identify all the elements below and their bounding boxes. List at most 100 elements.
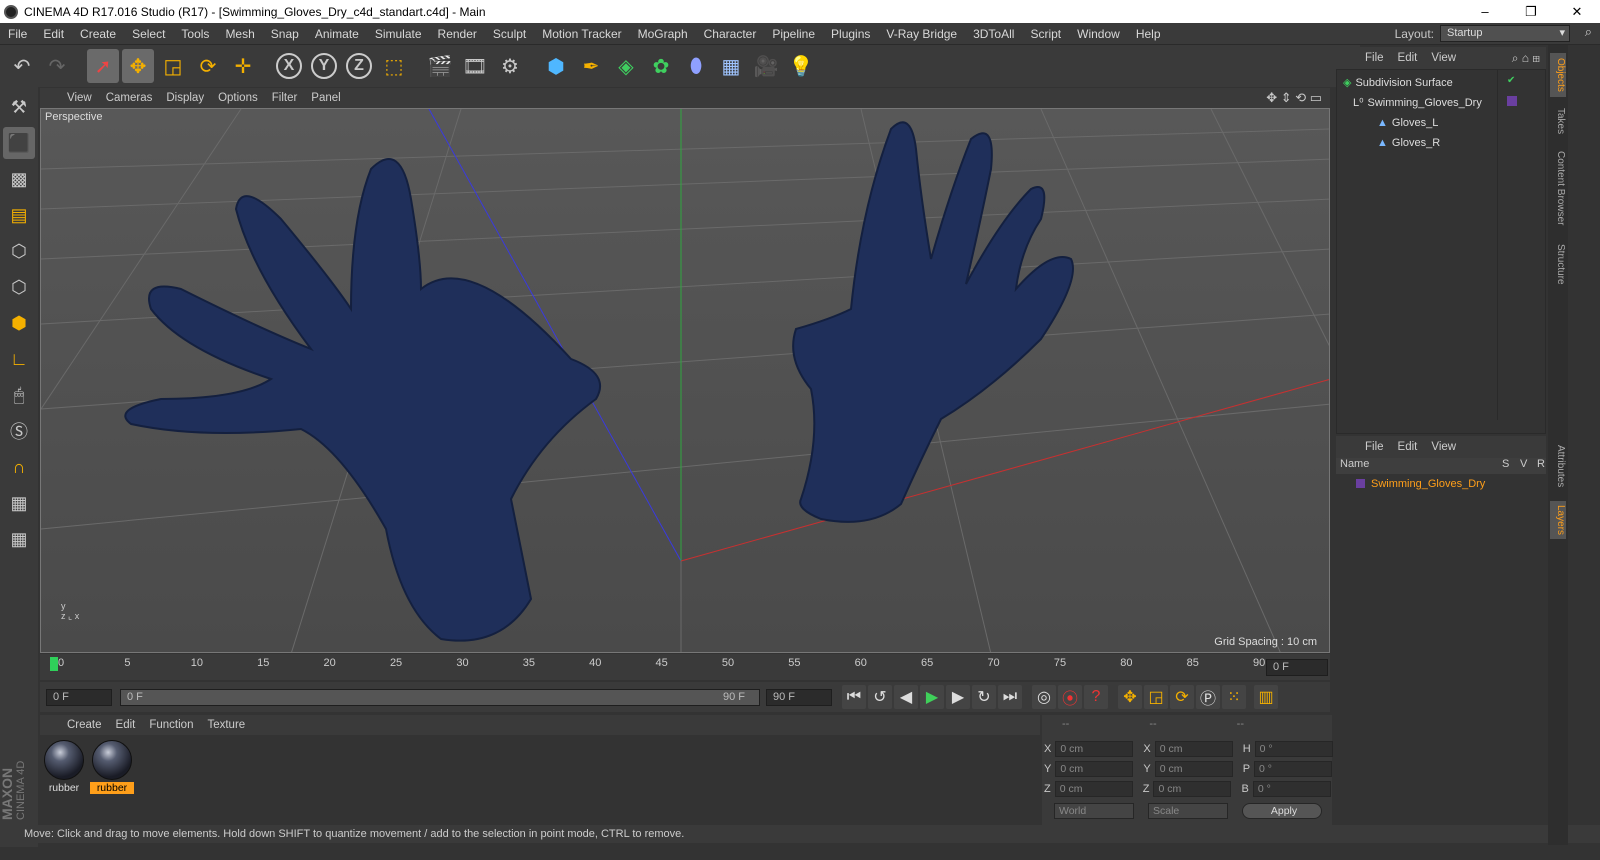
maximize-button[interactable]: ❐ [1508,0,1554,23]
rotation-b-field[interactable]: 0 ° [1252,781,1331,797]
object-menu-file[interactable]: File [1358,52,1391,64]
3d-viewport[interactable]: Perspective yz ⌞ x Grid Spacing : 10 cm [40,108,1330,653]
layer-color-swatch[interactable] [1507,96,1517,106]
material-swatch[interactable]: rubber [90,740,134,794]
tree-item[interactable]: ▲ Gloves_R [1377,133,1440,152]
tab-layers[interactable]: Layers [1550,501,1566,539]
start-frame-field[interactable]: 0 F [46,688,112,706]
live-selection-icon[interactable]: ✛ [227,49,259,83]
render-picture-viewer-icon[interactable]: 🎞 [459,49,491,83]
layer-menu-edit[interactable]: Edit [1391,441,1425,453]
mograph-cloner-icon[interactable]: ✿ [645,49,677,83]
layer-menu-view[interactable]: View [1424,441,1463,453]
search-icon[interactable]: ⌕ [1585,24,1592,40]
menu-render[interactable]: Render [430,27,485,41]
menu-help[interactable]: Help [1128,27,1169,41]
size-z-field[interactable]: 0 cm [1153,781,1232,797]
rotate-icon[interactable]: ⟳ [192,49,224,83]
light-icon[interactable]: 💡 [785,49,817,83]
menu-snap[interactable]: Snap [263,27,307,41]
edges-mode-icon[interactable]: ⬡ [3,271,35,303]
tab-attributes[interactable]: Attributes [1550,437,1566,495]
camera-icon[interactable]: 🎥 [750,49,782,83]
position-y-field[interactable]: 0 cm [1055,761,1134,777]
grid-workplane-icon[interactable]: ▦ [3,523,35,555]
menu-edit[interactable]: Edit [35,27,72,41]
next-frame-icon[interactable]: ▶ [946,685,970,709]
points-mode-icon[interactable]: ⬡ [3,235,35,267]
end-frame-field[interactable]: 90 F [766,688,832,706]
object-menu-view[interactable]: View [1424,52,1463,64]
workplane-mode-icon[interactable]: ▤ [3,199,35,231]
undo-icon[interactable]: ↶ [6,49,38,83]
timeline-ruler[interactable]: 0 5 10 15 20 25 30 35 40 45 50 55 60 65 70 75 80 85 90 0 F [40,654,1330,680]
menu-character[interactable]: Character [696,27,765,41]
object-manager-icons[interactable]: ⌕ ⌂ ⊞ [1512,51,1540,66]
deformer-icon[interactable]: ⬮ [680,49,712,83]
spline-pen-icon[interactable]: ✒ [575,49,607,83]
layer-menu-file[interactable]: File [1358,441,1391,453]
scale-icon[interactable]: ◲ [157,49,189,83]
layout-dropdown[interactable]: Startup [1440,25,1570,42]
model-mode-icon[interactable]: ⬛ [3,127,35,159]
rotation-h-field[interactable]: 0 ° [1254,741,1333,757]
menu-3dtoall[interactable]: 3DToAll [965,27,1022,41]
material-menu-edit[interactable]: Edit [109,719,143,731]
menu-tools[interactable]: Tools [173,27,217,41]
viewport-menu-filter[interactable]: Filter [265,92,305,104]
menu-pipeline[interactable]: Pipeline [764,27,823,41]
menu-select[interactable]: Select [124,27,173,41]
previous-key-icon[interactable]: ↺ [868,685,892,709]
playhead-marker[interactable] [50,657,58,671]
keyframe-selection-icon[interactable]: ? [1084,685,1108,709]
tab-objects[interactable]: Objects [1550,53,1566,97]
snap-magnet-icon[interactable]: ∩ [3,451,35,483]
x-axis-icon[interactable]: X [273,49,305,83]
material-menu-create[interactable]: Create [60,719,109,731]
next-key-icon[interactable]: ↻ [972,685,996,709]
tab-takes[interactable]: Takes [1550,101,1566,141]
menu-sculpt[interactable]: Sculpt [485,27,534,41]
timeline-window-icon[interactable]: ▥ [1254,685,1278,709]
menu-vray-bridge[interactable]: V-Ray Bridge [878,27,965,41]
key-parameter-icon[interactable]: Ⓟ [1196,685,1220,709]
menu-mograph[interactable]: MoGraph [630,27,696,41]
grid-lock-icon[interactable]: ▦ [3,487,35,519]
texture-mode-icon[interactable]: ▩ [3,163,35,195]
coordinate-system-icon[interactable]: ⬚ [378,49,410,83]
z-axis-icon[interactable]: Z [343,49,375,83]
tweak-mode-icon[interactable]: 🖱 [3,379,35,411]
tree-item[interactable]: L⁰ Swimming_Gloves_Dry [1353,93,1482,112]
material-menu-function[interactable]: Function [142,719,200,731]
move-icon[interactable]: ✥ [122,49,154,83]
viewport-menu-display[interactable]: Display [159,92,211,104]
menu-script[interactable]: Script [1022,27,1069,41]
current-frame-field[interactable]: 0 F [1266,659,1328,676]
viewport-menu-options[interactable]: Options [211,92,265,104]
tree-item[interactable]: ◈ Subdivision Surface [1343,73,1453,92]
key-pla-icon[interactable]: ⁙ [1222,685,1246,709]
previous-frame-icon[interactable]: ◀ [894,685,918,709]
object-menu-edit[interactable]: Edit [1391,52,1425,64]
key-scale-icon[interactable]: ◲ [1144,685,1168,709]
layer-row[interactable]: Swimming_Gloves_Dry [1356,474,1485,493]
go-to-end-icon[interactable]: ⏭ [998,685,1022,709]
tab-structure[interactable]: Structure [1550,237,1566,291]
position-z-field[interactable]: 0 cm [1054,781,1133,797]
key-position-icon[interactable]: ✥ [1118,685,1142,709]
material-menu-texture[interactable]: Texture [200,719,252,731]
menu-create[interactable]: Create [72,27,124,41]
autokey-icon[interactable]: ⦿ [1058,685,1082,709]
render-settings-icon[interactable]: ⚙ [494,49,526,83]
size-y-field[interactable]: 0 cm [1154,761,1233,777]
select-cursor-icon[interactable]: ➚ [87,49,119,83]
solo-mode-icon[interactable]: Ⓢ [3,415,35,447]
viewport-nav-icons[interactable]: ✥ ⇕ ⟲ ▭ [1266,90,1322,106]
menu-motion-tracker[interactable]: Motion Tracker [534,27,629,41]
floor-icon[interactable]: ▦ [715,49,747,83]
close-button[interactable]: ✕ [1554,0,1600,23]
coordinate-space-dropdown[interactable]: World [1054,803,1134,819]
redo-icon[interactable]: ↷ [41,49,73,83]
menu-animate[interactable]: Animate [307,27,367,41]
apply-button[interactable]: Apply [1242,803,1322,819]
